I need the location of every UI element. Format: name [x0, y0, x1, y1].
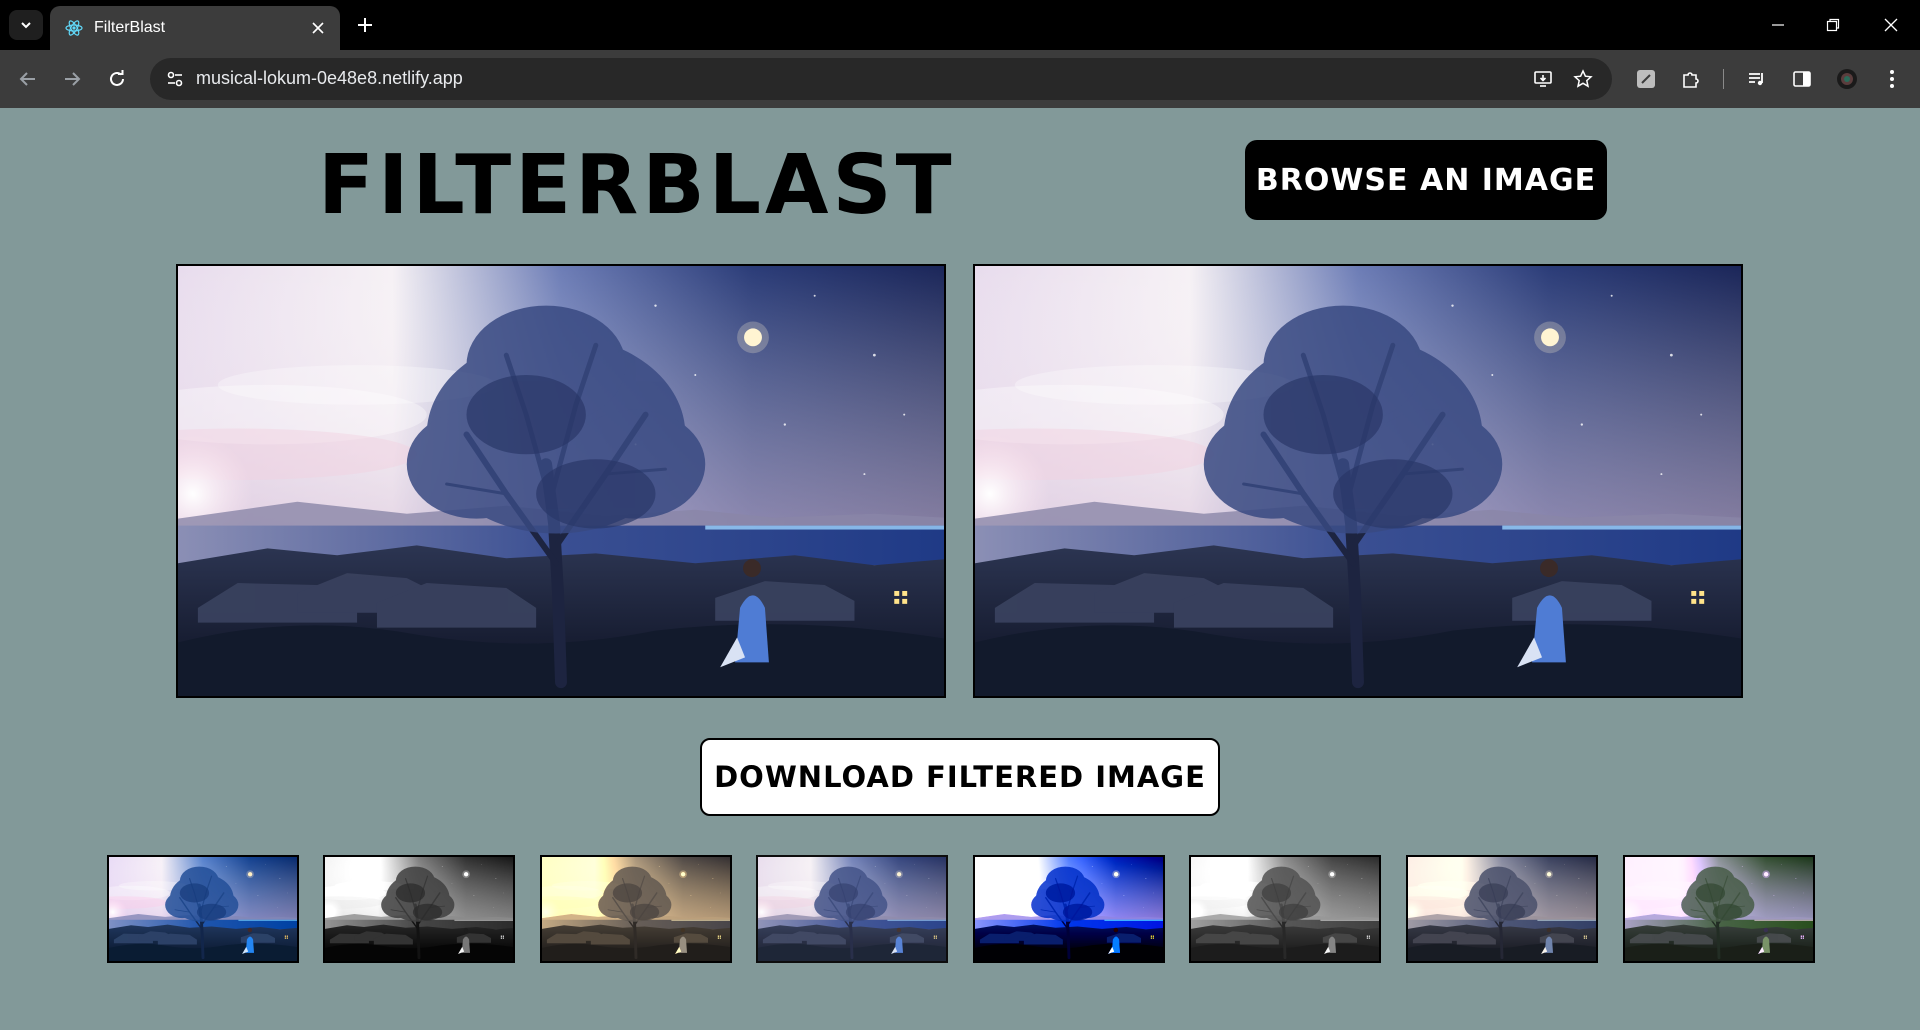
browser-tab-active[interactable]: FilterBlast [50, 6, 340, 50]
extension-button[interactable] [1630, 63, 1662, 95]
react-atom-icon [64, 18, 84, 38]
close-window-button[interactable] [1871, 10, 1911, 40]
tab-search-button[interactable] [9, 10, 43, 40]
side-panel-icon [1793, 71, 1811, 87]
arrow-left-icon [19, 72, 35, 86]
minimize-icon [1772, 24, 1784, 26]
filter-thumbnail-7[interactable] [1406, 855, 1598, 963]
new-tab-button[interactable] [352, 12, 378, 38]
toolbar-divider [1723, 69, 1724, 89]
filter-thumbnail-3[interactable] [540, 855, 732, 963]
filter-thumbnail-8[interactable] [1623, 855, 1815, 963]
filter-thumbnail-image [325, 857, 513, 961]
plus-icon [358, 18, 372, 32]
address-bar[interactable]: musical-lokum-0e48e8.netlify.app [150, 58, 1612, 100]
bookmark-button[interactable] [1568, 64, 1598, 94]
filter-thumbnail-2[interactable] [323, 855, 515, 963]
install-app-button[interactable] [1528, 64, 1558, 94]
star-icon [1573, 69, 1593, 88]
chevron-down-icon [21, 22, 31, 29]
url-text[interactable]: musical-lokum-0e48e8.netlify.app [196, 68, 463, 89]
avatar-icon [1837, 69, 1857, 89]
filter-thumbnail-1[interactable] [107, 855, 299, 963]
download-filtered-image-button[interactable]: DOWNLOAD FILTERED IMAGE [700, 738, 1220, 816]
browse-image-button[interactable]: BROWSE AN IMAGE [1245, 140, 1607, 220]
brand-title: FILTERBLAST [318, 138, 956, 233]
close-icon[interactable] [304, 14, 332, 42]
filter-thumbnail-image [109, 857, 297, 961]
original-preview-image [178, 266, 944, 696]
filter-thumbnail-image [542, 857, 730, 961]
profile-button[interactable] [1831, 63, 1863, 95]
tune-icon [167, 71, 183, 87]
extensions-menu-button[interactable] [1675, 63, 1707, 95]
filter-thumbnail-image [1191, 857, 1379, 961]
side-panel-button[interactable] [1786, 63, 1818, 95]
restore-icon [1826, 18, 1840, 32]
kebab-menu-icon [1890, 70, 1894, 88]
extension-icon [1637, 70, 1655, 88]
browser-menu-button[interactable] [1876, 63, 1908, 95]
browser-toolbar: musical-lokum-0e48e8.netlify.app [0, 50, 1920, 108]
filter-thumbnail-image [1408, 857, 1596, 961]
filter-thumbnail-4[interactable] [756, 855, 948, 963]
filter-thumbnail-image [975, 857, 1163, 961]
filtered-preview-image [975, 266, 1741, 696]
back-button[interactable] [12, 63, 44, 95]
arrow-right-icon [65, 72, 81, 86]
app-page: FILTERBLAST BROWSE AN IMAGE DOWNLOAD FIL… [0, 108, 1920, 1030]
browser-titlebar: FilterBlast [0, 0, 1920, 50]
filter-thumbnail-5[interactable] [973, 855, 1165, 963]
filtered-preview [973, 264, 1743, 698]
forward-button[interactable] [56, 63, 88, 95]
site-info-button[interactable] [160, 64, 190, 94]
filter-thumbnail-image [1625, 857, 1813, 961]
media-control-icon [1749, 73, 1763, 86]
install-app-icon [1534, 71, 1552, 87]
restore-button[interactable] [1813, 10, 1853, 40]
filter-thumbnail-6[interactable] [1189, 855, 1381, 963]
reload-icon [110, 70, 124, 86]
close-icon [1884, 18, 1898, 32]
original-preview [176, 264, 946, 698]
puzzle-icon [1683, 72, 1699, 88]
tab-title: FilterBlast [94, 19, 166, 36]
filter-thumbnail-image [758, 857, 946, 961]
reload-button[interactable] [101, 63, 133, 95]
minimize-button[interactable] [1758, 10, 1798, 40]
media-control-button[interactable] [1741, 63, 1773, 95]
